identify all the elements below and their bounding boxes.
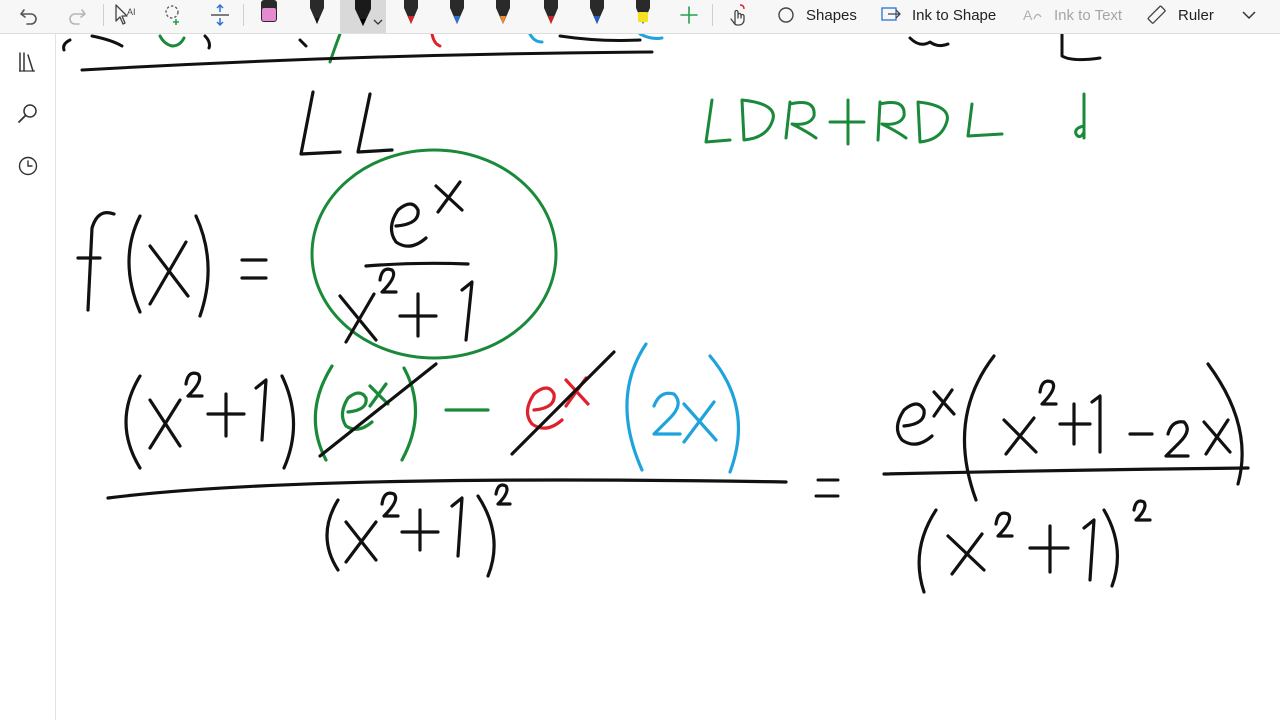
- ink-to-shape-icon: [881, 7, 901, 21]
- recent-notes-button[interactable]: [14, 152, 42, 180]
- svg-text:AI: AI: [127, 7, 136, 17]
- select-objects-button[interactable]: AI: [113, 0, 139, 30]
- ink-derivative-numerator: [124, 342, 741, 474]
- draw-with-touch-button[interactable]: [726, 0, 750, 30]
- pen-blue-icon[interactable]: [446, 0, 468, 26]
- lasso-select-button[interactable]: [162, 0, 186, 30]
- pen-black-selected-icon[interactable]: [352, 0, 386, 32]
- toolbar-expand-button[interactable]: [1240, 0, 1258, 30]
- shapes-label: Shapes: [806, 6, 857, 24]
- redo-button[interactable]: [66, 0, 88, 30]
- add-space-icon: [211, 3, 229, 27]
- select-text-icon: AI: [115, 4, 136, 25]
- ink-green-circle: [310, 148, 558, 360]
- pen-red-icon[interactable]: [400, 0, 422, 26]
- ink-to-shape-label: Ink to Shape: [912, 6, 997, 24]
- ruler-button[interactable]: Ruler: [1146, 0, 1214, 30]
- ink-f-of-x: [76, 211, 268, 318]
- undo-icon: [20, 9, 37, 25]
- ink-equals: [814, 478, 840, 498]
- search-button[interactable]: [14, 100, 42, 128]
- ink-top-partial: [62, 32, 1102, 72]
- pen-blue-2-icon[interactable]: [586, 0, 608, 26]
- chevron-down-icon: [1242, 11, 1256, 20]
- toolbar-divider: [243, 4, 244, 26]
- notebooks-button[interactable]: [14, 48, 42, 76]
- shapes-icon: [778, 7, 794, 23]
- pen-red-2-icon[interactable]: [540, 0, 562, 26]
- navigation-rail: [0, 34, 56, 720]
- plus-icon: [680, 6, 698, 24]
- ruler-label: Ruler: [1178, 6, 1214, 24]
- pen-black-icon[interactable]: [306, 0, 328, 26]
- ink-to-shape-button[interactable]: Ink to Shape: [880, 0, 996, 30]
- undo-button[interactable]: [18, 0, 40, 30]
- ink-simplified-result: [882, 354, 1250, 594]
- ink-fraction-ex: [338, 180, 474, 344]
- lasso-select-icon: [165, 5, 179, 25]
- ink-ldr-rdl: [704, 92, 1086, 146]
- search-icon: [18, 104, 37, 123]
- library-icon: [19, 52, 35, 72]
- add-space-button[interactable]: [208, 0, 232, 30]
- ink-to-text-button[interactable]: A Ink to Text: [1022, 0, 1122, 30]
- ink-LL: [299, 90, 394, 156]
- note-canvas[interactable]: [57, 32, 1280, 720]
- add-pen-button[interactable]: [678, 0, 700, 30]
- draw-with-touch-icon: [730, 4, 745, 26]
- svg-text:A: A: [1023, 7, 1033, 23]
- highlighter-yellow-swatch: [638, 12, 648, 22]
- shapes-button[interactable]: Shapes: [776, 0, 857, 30]
- redo-icon: [69, 9, 86, 25]
- highlighter-pink-icon[interactable]: [258, 0, 280, 26]
- ink-drawing: [62, 32, 1250, 594]
- toolbar-divider: [103, 4, 104, 26]
- pen-orange-icon[interactable]: [492, 0, 514, 26]
- history-icon: [18, 156, 38, 176]
- toolbar-divider: [712, 4, 713, 26]
- ink-to-text-icon: A: [1023, 7, 1042, 23]
- ruler-icon: [1147, 5, 1166, 24]
- ink-derivative-denominator: [106, 478, 788, 578]
- ink-to-text-label: Ink to Text: [1054, 6, 1123, 24]
- drawing-toolbar: AI Shapes Ink to Shape A Ink to Text Rul…: [0, 0, 1280, 34]
